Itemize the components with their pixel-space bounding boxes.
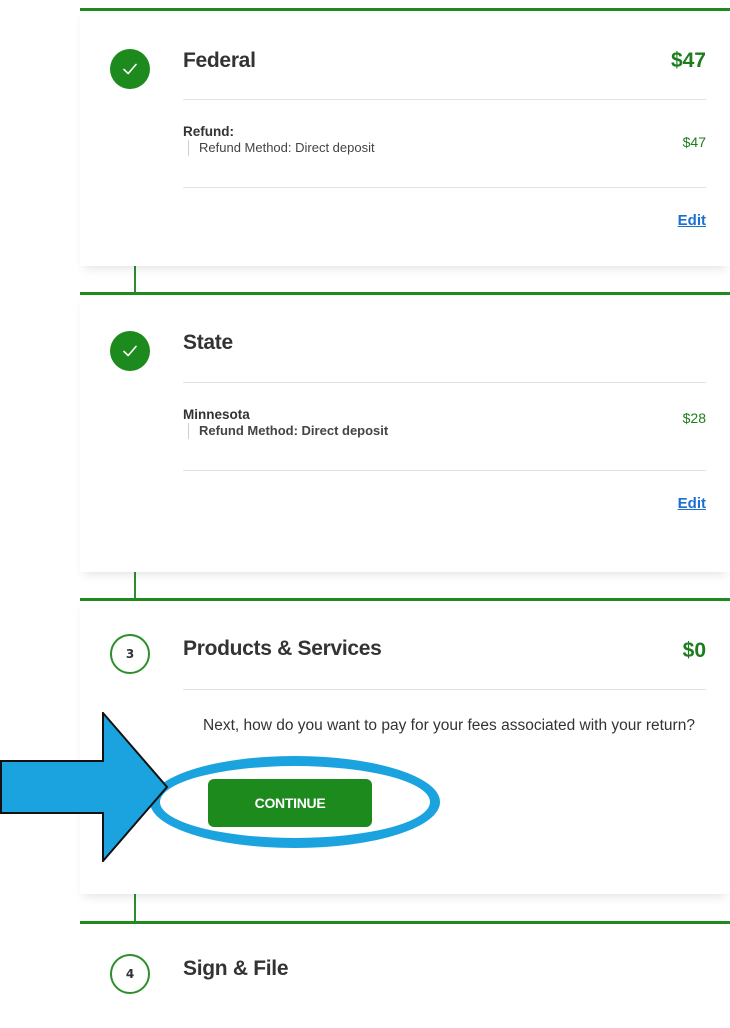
state-section: State Minnesota Refund Method: Direct de…	[80, 292, 730, 572]
section-title: Federal	[183, 49, 256, 72]
refund-amount: $28	[682, 410, 706, 426]
refund-method-label: Refund Method:	[199, 423, 298, 438]
section-title: Products & Services	[183, 637, 382, 660]
section-title: State	[183, 331, 233, 354]
refund-method-value: Direct deposit	[301, 423, 389, 438]
federal-section: Federal $47 Refund: Refund Method: Direc…	[80, 8, 730, 266]
divider	[183, 382, 706, 383]
section-title: Sign & File	[183, 957, 289, 980]
section-amount: $0	[682, 639, 706, 662]
divider	[183, 187, 706, 188]
step-number-badge: 4	[110, 954, 150, 994]
refund-label: Refund:	[183, 124, 234, 139]
refund-amount: $47	[682, 134, 706, 150]
sign-file-section: 4 Sign & File	[80, 921, 730, 1028]
continue-button[interactable]: CONTINUE	[208, 779, 372, 827]
divider	[183, 689, 706, 690]
step-number-badge: 3	[110, 634, 150, 674]
fee-payment-prompt: Next, how do you want to pay for your fe…	[203, 717, 695, 734]
state-name: Minnesota	[183, 407, 250, 422]
check-icon	[110, 331, 150, 371]
divider	[183, 99, 706, 100]
edit-state-link[interactable]: Edit	[678, 495, 706, 512]
refund-method: Refund Method: Direct deposit	[188, 423, 388, 439]
products-services-section: 3 Products & Services $0 Next, how do yo…	[80, 598, 730, 894]
section-amount: $47	[670, 49, 706, 72]
refund-method: Refund Method: Direct deposit	[188, 140, 375, 156]
edit-federal-link[interactable]: Edit	[678, 212, 706, 229]
check-icon	[110, 49, 150, 89]
divider	[183, 470, 706, 471]
